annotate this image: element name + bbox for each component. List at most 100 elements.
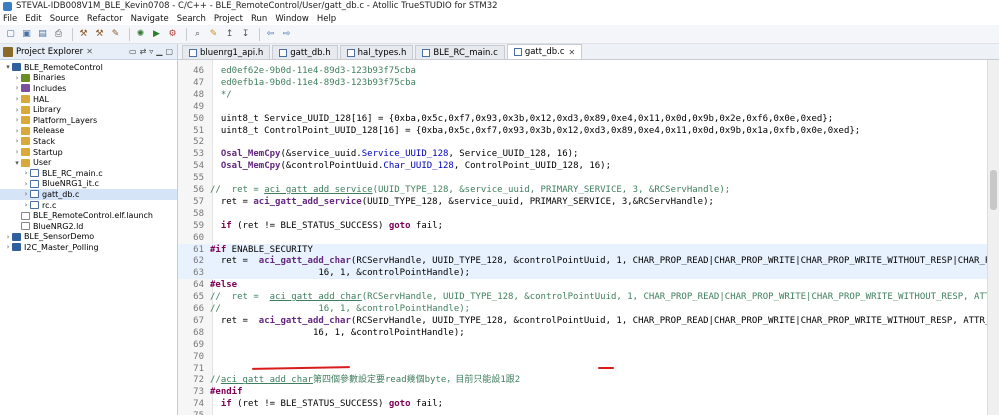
chevron-right-icon[interactable]: › <box>22 169 30 177</box>
view-menu-icon[interactable]: ▿ <box>149 47 153 56</box>
link-with-editor-icon[interactable]: ⇄ <box>140 47 147 56</box>
code-line[interactable]: 60 <box>178 232 987 244</box>
chevron-right-icon[interactable]: › <box>13 116 21 124</box>
close-icon[interactable]: ✕ <box>569 48 576 57</box>
chevron-right-icon[interactable]: › <box>13 127 21 135</box>
code-line[interactable]: 64 #else <box>178 279 987 291</box>
chevron-down-icon[interactable]: ▾ <box>4 63 12 71</box>
tree-item[interactable]: ▾ User <box>0 157 177 168</box>
code-line[interactable]: 66 // 16, 1, &controlPointHandle); <box>178 303 987 315</box>
tree-item[interactable]: › Includes <box>0 83 177 94</box>
chevron-right-icon[interactable]: › <box>13 95 21 103</box>
menu-run[interactable]: Run <box>251 14 267 24</box>
menu-help[interactable]: Help <box>317 14 336 24</box>
code-line[interactable]: 53 Osal_MemCpy(&service_uuid.Service_UUI… <box>178 148 987 160</box>
editor-tab[interactable]: gatt_db.c ✕ <box>506 44 583 59</box>
clean-icon[interactable]: ✎ <box>109 28 122 41</box>
close-icon[interactable]: ✕ <box>86 47 93 56</box>
chevron-right-icon[interactable]: › <box>13 84 21 92</box>
maximize-icon[interactable]: ▢ <box>165 47 173 56</box>
tree-item[interactable]: › BLE_SensorDemo <box>0 232 177 243</box>
tree-item[interactable]: › Platform_Layers <box>0 115 177 126</box>
code-line[interactable]: 57 ret = aci_gatt_add_service(UUID_TYPE_… <box>178 196 987 208</box>
chevron-right-icon[interactable]: › <box>22 190 30 198</box>
debug-icon[interactable]: ✺ <box>134 28 147 41</box>
chevron-right-icon[interactable]: › <box>4 243 12 251</box>
code-line[interactable]: 47 ed0efb1a-9b0d-11e4-89d3-123b93f75cba <box>178 77 987 89</box>
tree-item[interactable]: › Library <box>0 104 177 115</box>
chevron-right-icon[interactable]: › <box>13 74 21 82</box>
new-icon[interactable]: ▢ <box>4 28 17 41</box>
forward-icon[interactable]: ⇨ <box>280 28 293 41</box>
tree-item[interactable]: › BLE_RC_main.c <box>0 168 177 179</box>
code-line[interactable]: 69 <box>178 339 987 351</box>
scrollbar-thumb[interactable] <box>990 170 997 210</box>
editor-tab[interactable]: hal_types.h <box>339 45 414 59</box>
tree-item[interactable]: › rc.c <box>0 200 177 211</box>
back-icon[interactable]: ⇦ <box>264 28 277 41</box>
print-icon[interactable]: ⎙ <box>52 28 65 41</box>
code-line[interactable]: 62 ret = aci_gatt_add_char(RCServHandle,… <box>178 255 999 268</box>
code-line[interactable]: 46 ed0ef62e-9b0d-11e4-89d3-123b93f75cba <box>178 65 987 77</box>
code-line[interactable]: 65 // ret = aci_gatt_add_char(RCServHandl… <box>178 291 999 303</box>
tree-item[interactable]: › Release <box>0 126 177 137</box>
chevron-down-icon[interactable]: ▾ <box>13 159 21 167</box>
tree-item[interactable]: › Startup <box>0 147 177 158</box>
code-line[interactable]: 54 Osal_MemCpy(&controlPointUuid.Char_UU… <box>178 160 987 172</box>
code-line[interactable]: 52 <box>178 136 987 148</box>
prev-annotation-icon[interactable]: ↥ <box>223 28 236 41</box>
collapse-all-icon[interactable]: ▭ <box>129 47 137 56</box>
save-all-icon[interactable]: ▤ <box>36 28 49 41</box>
chevron-right-icon[interactable]: › <box>13 106 21 114</box>
code-line[interactable]: 74 if (ret != BLE_STATUS_SUCCESS) goto f… <box>178 398 987 410</box>
code-line[interactable]: 67 ret = aci_gatt_add_char(RCServHandle,… <box>178 315 999 327</box>
chevron-right-icon[interactable]: › <box>4 233 12 241</box>
menu-search[interactable]: Search <box>177 14 206 24</box>
menu-navigate[interactable]: Navigate <box>131 14 169 24</box>
tree-item[interactable]: BLE_RemoteControl.elf.launch <box>0 210 177 221</box>
vertical-scrollbar[interactable] <box>987 60 999 415</box>
next-annotation-icon[interactable]: ↧ <box>239 28 252 41</box>
tree-item[interactable]: › BlueNRG1_it.c <box>0 179 177 190</box>
code-line[interactable]: 70 <box>178 351 987 363</box>
code-line[interactable]: 75 <box>178 410 987 415</box>
editor-tab[interactable]: bluenrg1_api.h <box>182 45 271 59</box>
search-icon[interactable]: ⌕ <box>191 28 204 41</box>
code-line[interactable]: 56 // ret = aci_gatt_add_service(UUID_TYP… <box>178 184 987 196</box>
chevron-right-icon[interactable]: › <box>22 201 30 209</box>
menu-project[interactable]: Project <box>214 14 243 24</box>
build-icon[interactable]: ⚒ <box>77 28 90 41</box>
code-line[interactable]: 73 #endif <box>178 386 987 398</box>
chevron-right-icon[interactable]: › <box>22 180 30 188</box>
menu-source[interactable]: Source <box>50 14 79 24</box>
external-tools-icon[interactable]: ⚙ <box>166 28 179 41</box>
save-icon[interactable]: ▣ <box>20 28 33 41</box>
run-icon[interactable]: ▶ <box>150 28 163 41</box>
code-line[interactable]: 58 <box>178 208 987 220</box>
chevron-right-icon[interactable]: › <box>13 148 21 156</box>
code-line[interactable]: 59 if (ret != BLE_STATUS_SUCCESS) goto f… <box>178 220 987 232</box>
code-line[interactable]: 63 16, 1, &controlPointHandle); <box>178 267 987 280</box>
tree-item[interactable]: › Stack <box>0 136 177 147</box>
tree-item[interactable]: › gatt_db.c <box>0 189 177 200</box>
build-all-icon[interactable]: ⚒ <box>93 28 106 41</box>
tree-item[interactable]: BlueNRG2.ld <box>0 221 177 232</box>
editor-tab[interactable]: gatt_db.h <box>272 45 338 59</box>
code-line[interactable]: 49 <box>178 101 987 113</box>
toggle-mark-icon[interactable]: ✎ <box>207 28 220 41</box>
tree-item[interactable]: › I2C_Master_Polling <box>0 242 177 253</box>
code-line[interactable]: 50 uint8_t Service_UUID_128[16] = {0xba,… <box>178 113 987 125</box>
code-editor[interactable]: 46 ed0ef62e-9b0d-11e4-89d3-123b93f75cba 4… <box>178 60 999 415</box>
menu-file[interactable]: File <box>3 14 17 24</box>
menu-window[interactable]: Window <box>275 14 309 24</box>
chevron-right-icon[interactable]: › <box>13 137 21 145</box>
code-line[interactable]: 55 <box>178 172 987 184</box>
menu-refactor[interactable]: Refactor <box>87 14 123 24</box>
tree-item[interactable]: ▾ BLE_RemoteControl <box>0 62 177 73</box>
minimize-icon[interactable]: ▁ <box>156 47 162 56</box>
code-line[interactable]: 48 */ <box>178 89 987 101</box>
code-line[interactable]: 61 #if ENABLE_SECURITY <box>178 243 987 256</box>
tree-item[interactable]: › Binaries <box>0 73 177 84</box>
code-line[interactable]: 68 16, 1, &controlPointHandle); <box>178 327 987 339</box>
menu-edit[interactable]: Edit <box>25 14 41 24</box>
